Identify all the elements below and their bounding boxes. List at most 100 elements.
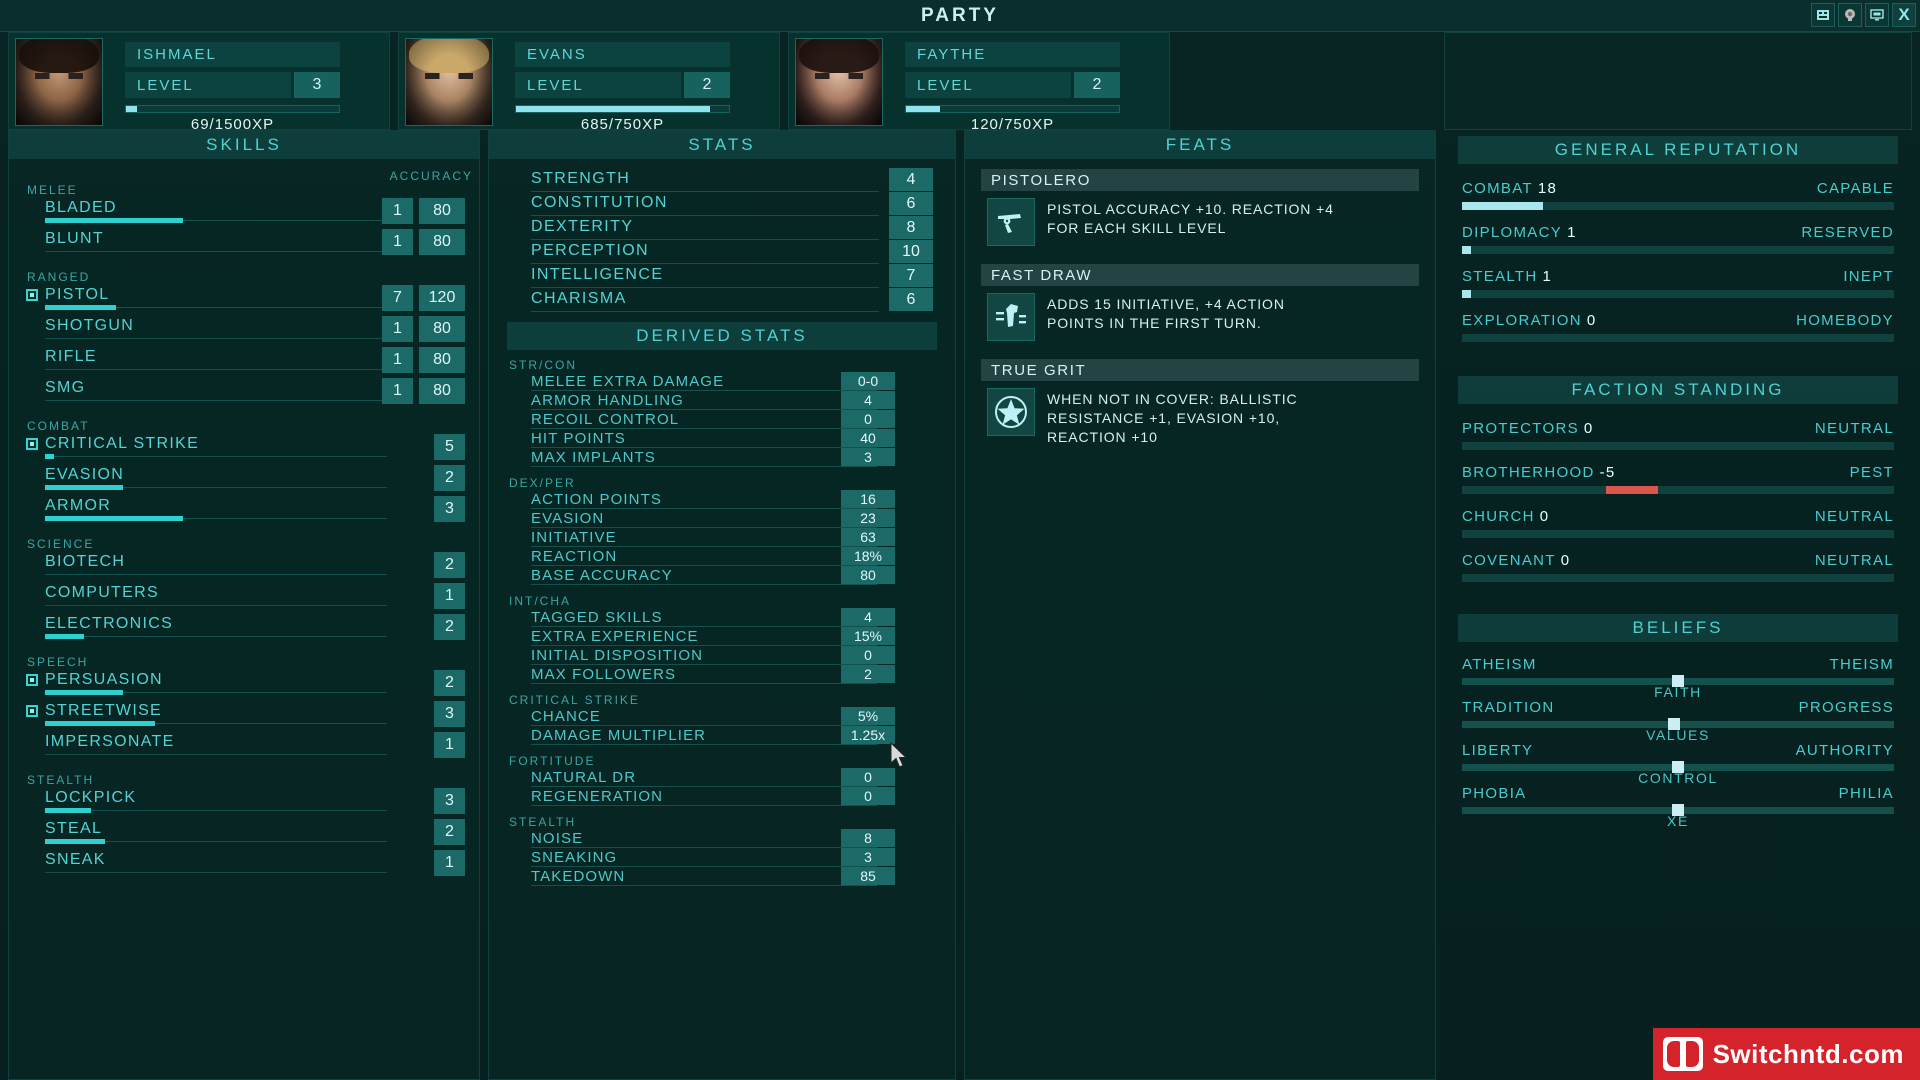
stat-row[interactable]: DEXTERITY 8 xyxy=(507,216,937,241)
reputation-value: 0 xyxy=(1560,552,1571,569)
skill-name: ARMOR xyxy=(45,497,112,514)
skill-accuracy-value: 120 xyxy=(419,285,465,311)
feat-item[interactable]: FAST DRAW ADDS 15 INITIATIVE, +4 ACTION … xyxy=(981,264,1419,345)
stat-row[interactable]: CONSTITUTION 6 xyxy=(507,192,937,217)
skill-row[interactable]: PERSUASION 2 xyxy=(23,670,465,702)
faction-row[interactable]: COVENANT 0 NEUTRAL xyxy=(1458,552,1898,596)
skill-row[interactable]: RIFLE 1 80 xyxy=(23,347,465,379)
derived-stat-name: REGENERATION xyxy=(531,788,664,805)
derived-stat-value: 0 xyxy=(841,646,895,664)
skill-row[interactable]: STREETWISE 3 xyxy=(23,701,465,733)
skill-row[interactable]: SNEAK 1 xyxy=(23,850,465,882)
monitor-icon[interactable] xyxy=(1865,3,1889,27)
window-title: PARTY xyxy=(921,4,999,26)
reputation-row[interactable]: COMBAT 18 CAPABLE xyxy=(1458,180,1898,224)
skill-name: EVASION xyxy=(45,466,125,483)
belief-left-label: PHOBIA xyxy=(1462,785,1527,802)
party-member-card[interactable]: FAYTHE LEVEL 2 120/750XP xyxy=(788,32,1170,133)
skill-row[interactable]: SMG 1 80 xyxy=(23,378,465,410)
skill-row[interactable]: ELECTRONICS 2 xyxy=(23,614,465,646)
derived-stat-value: 5% xyxy=(841,707,895,725)
stat-row[interactable]: PERCEPTION 10 xyxy=(507,240,937,265)
derived-stat-value: 16 xyxy=(841,490,895,508)
derived-stat-name: ARMOR HANDLING xyxy=(531,392,684,409)
belief-row[interactable]: TRADITION PROGRESS VALUES xyxy=(1458,699,1898,743)
skill-row[interactable]: IMPERSONATE 1 xyxy=(23,732,465,764)
skill-group-label: RANGED xyxy=(27,270,91,284)
derived-stat-value: 23 xyxy=(841,509,895,527)
skill-group-label: SCIENCE xyxy=(27,537,95,551)
revolver-icon xyxy=(987,198,1035,246)
stat-row[interactable]: CHARISMA 6 xyxy=(507,288,937,313)
faction-row[interactable]: CHURCH 0 NEUTRAL xyxy=(1458,508,1898,552)
faction-row[interactable]: BROTHERHOOD -5 PEST xyxy=(1458,464,1898,508)
stat-row[interactable]: STRENGTH 4 xyxy=(507,168,937,193)
feat-item[interactable]: PISTOLERO PISTOL ACCURACY +10. REACTION … xyxy=(981,169,1419,250)
stat-value: 7 xyxy=(889,264,933,287)
reputation-value: 18 xyxy=(1537,180,1558,197)
skill-row[interactable]: BLUNT 1 80 xyxy=(23,229,465,261)
skill-level-value: 2 xyxy=(434,614,465,640)
skill-row[interactable]: STEAL 2 xyxy=(23,819,465,851)
derived-stat-name: HIT POINTS xyxy=(531,430,626,447)
derived-stat-name: BASE ACCURACY xyxy=(531,567,673,584)
belief-right-label: THEISM xyxy=(1829,656,1894,673)
xp-bar xyxy=(905,105,1120,113)
faction-row[interactable]: PROTECTORS 0 NEUTRAL xyxy=(1458,420,1898,464)
skill-row[interactable]: CRITICAL STRIKE 5 xyxy=(23,434,465,466)
skill-level-value: 2 xyxy=(434,819,465,845)
skill-row[interactable]: SHOTGUN 1 80 xyxy=(23,316,465,348)
derived-stat-row: EVASION 23 xyxy=(507,509,937,529)
derived-stat-name: REACTION xyxy=(531,548,618,565)
belief-right-label: PROGRESS xyxy=(1798,699,1894,716)
skill-row[interactable]: PISTOL 7 120 xyxy=(23,285,465,317)
derived-stat-value: 8 xyxy=(841,829,895,847)
skill-row[interactable]: ARMOR 3 xyxy=(23,496,465,528)
feat-item[interactable]: TRUE GRIT WHEN NOT IN COVER: BALLISTIC R… xyxy=(981,359,1419,451)
derived-stat-row: RECOIL CONTROL 0 xyxy=(507,410,937,430)
belief-row[interactable]: ATHEISM THEISM FAITH xyxy=(1458,656,1898,700)
party-member-card[interactable]: ISHMAEL LEVEL 3 69/1500XP xyxy=(8,32,390,133)
skill-row[interactable]: LOCKPICK 3 xyxy=(23,788,465,820)
derived-stat-name: INITIATIVE xyxy=(531,529,617,546)
derived-stat-value: 0 xyxy=(841,768,895,786)
stat-row[interactable]: INTELLIGENCE 7 xyxy=(507,264,937,289)
derived-stat-row: REACTION 18% xyxy=(507,547,937,567)
derived-stat-name: RECOIL CONTROL xyxy=(531,411,680,428)
reputation-track xyxy=(1462,442,1894,450)
reputation-label: STEALTH 1 xyxy=(1462,268,1553,285)
reputation-value: -5 xyxy=(1599,464,1616,481)
belief-row[interactable]: LIBERTY AUTHORITY CONTROL xyxy=(1458,742,1898,786)
reputation-row[interactable]: DIPLOMACY 1 RESERVED xyxy=(1458,224,1898,268)
skill-row[interactable]: EVASION 2 xyxy=(23,465,465,497)
reputation-row[interactable]: EXPLORATION 0 HOMEBODY xyxy=(1458,312,1898,356)
party-member-card[interactable]: EVANS LEVEL 2 685/750XP xyxy=(398,32,780,133)
reputation-row[interactable]: STEALTH 1 INEPT xyxy=(1458,268,1898,312)
stat-value: 6 xyxy=(889,288,933,311)
belief-caption: FAITH xyxy=(1654,684,1702,700)
skill-row[interactable]: BLADED 1 80 xyxy=(23,198,465,230)
reputation-track xyxy=(1462,530,1894,538)
derived-stat-name: NATURAL DR xyxy=(531,769,637,786)
watermark: Switchntd.com xyxy=(1652,1028,1920,1080)
belief-row[interactable]: PHOBIA PHILIA XE xyxy=(1458,785,1898,829)
derived-stat-name: NOISE xyxy=(531,830,584,847)
close-icon[interactable]: X xyxy=(1892,3,1916,27)
beliefs-header: BELIEFS xyxy=(1458,614,1898,642)
xp-bar xyxy=(125,105,340,113)
skill-name: STEAL xyxy=(45,820,103,837)
derived-stat-name: MAX FOLLOWERS xyxy=(531,666,677,683)
skill-row[interactable]: COMPUTERS 1 xyxy=(23,583,465,615)
skill-row[interactable]: BIOTECH 2 xyxy=(23,552,465,584)
skill-progress-bar xyxy=(45,485,124,490)
skill-name: SMG xyxy=(45,379,86,396)
derived-stat-value: 18% xyxy=(841,547,895,565)
derived-stat-row: BASE ACCURACY 80 xyxy=(507,566,937,586)
skill-progress-bar xyxy=(45,808,91,813)
derived-stat-row: ARMOR HANDLING 4 xyxy=(507,391,937,411)
inventory-icon[interactable] xyxy=(1811,3,1835,27)
belief-right-label: AUTHORITY xyxy=(1795,742,1894,759)
reputation-value: 1 xyxy=(1567,224,1577,241)
feat-title: FAST DRAW xyxy=(981,264,1419,286)
character-icon[interactable] xyxy=(1838,3,1862,27)
